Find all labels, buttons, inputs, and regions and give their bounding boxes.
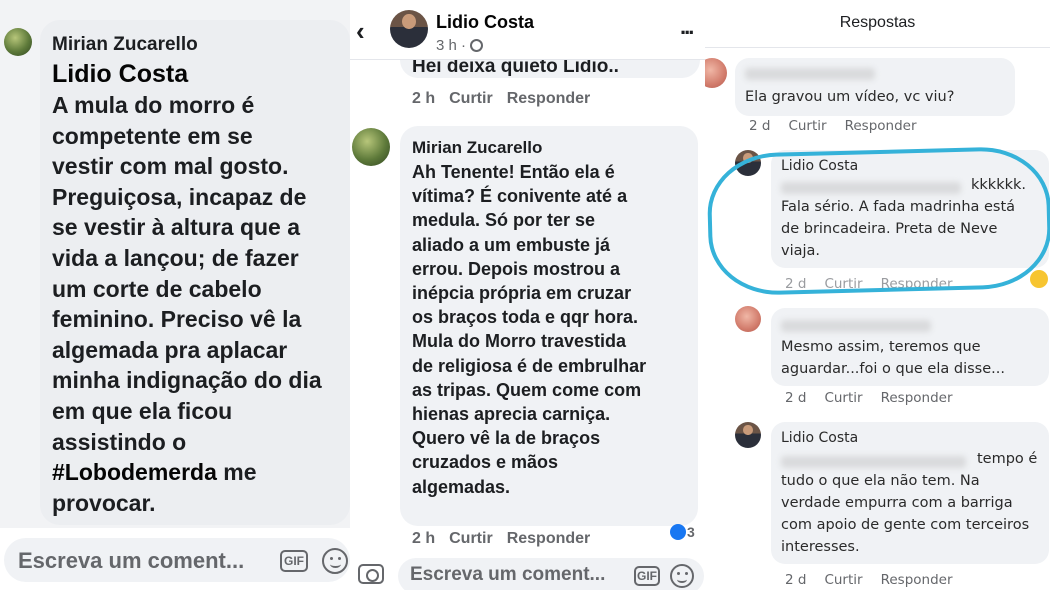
replies-header: Respostas [705, 0, 1050, 48]
comment-input[interactable]: Escreva um coment... GIF [398, 558, 704, 590]
reply-link[interactable]: Responder [845, 118, 917, 134]
reply-text: tempo é tudo o que ela não tem. Na verda… [781, 451, 1038, 555]
reply-text: Mesmo assim, teremos que aguardar...foi … [781, 339, 1005, 377]
comment-text: A mula do morro é competente em se vesti… [52, 92, 322, 516]
reply-link[interactable]: Responder [507, 530, 591, 547]
reply-avatar[interactable] [735, 306, 761, 332]
comment-composer: Escreva um coment... GIF [0, 528, 350, 590]
more-options-icon[interactable]: ... [680, 14, 694, 40]
back-chevron-icon[interactable]: ‹ [356, 16, 365, 47]
reply-actions: 2 d Curtir Responder [785, 572, 953, 588]
comment-text: Ah Tenente! Então ela é vítima? É conive… [412, 162, 647, 497]
like-link[interactable]: Curtir [824, 390, 862, 406]
highlight-circle [706, 145, 1050, 297]
tagged-user[interactable]: Lidio Costa [52, 60, 188, 89]
reply-link[interactable]: Responder [881, 390, 953, 406]
redacted-name [745, 68, 875, 80]
reaction-badge[interactable]: 3 [670, 524, 695, 540]
comment-actions: 2 h Curtir Responder [412, 530, 591, 547]
redacted-name [781, 320, 931, 332]
like-reaction-icon [670, 524, 686, 540]
like-link[interactable]: Curtir [449, 90, 493, 107]
previous-comment-actions: 2 h Curtir Responder [412, 90, 591, 107]
commenter-name[interactable]: Mirian Zucarello [52, 34, 198, 56]
reply-avatar[interactable] [735, 422, 761, 448]
reply-text: Ela gravou um vídeo, vc viu? [745, 89, 955, 105]
reply-bubble: Mesmo assim, teremos que aguardar...foi … [771, 308, 1049, 386]
screenshot-panel-middle: Hei deixa quieto Lidio.. ‹ Lidio Costa 3… [350, 0, 705, 590]
comment-composer: Escreva um coment... GIF [350, 552, 705, 590]
emoji-smile-icon[interactable] [670, 564, 694, 588]
commenter-avatar[interactable] [4, 28, 32, 56]
reply-link[interactable]: Responder [881, 572, 953, 588]
reply-author[interactable]: Lidio Costa [781, 430, 858, 446]
camera-icon[interactable] [358, 564, 384, 584]
globe-icon [470, 39, 484, 52]
like-link[interactable]: Curtir [788, 118, 826, 134]
screenshot-panel-left: Mirian Zucarello Lidio Costa A mula do m… [0, 0, 350, 590]
reply-link[interactable]: Responder [507, 90, 591, 107]
reply-bubble: Lidio Costa tempo é tudo o que ela não t… [771, 422, 1049, 564]
poster-name[interactable]: Lidio Costa [436, 12, 534, 33]
commenter-avatar[interactable] [352, 128, 390, 166]
gif-icon[interactable]: GIF [634, 566, 660, 586]
reply-actions: 2 d Curtir Responder [785, 390, 953, 406]
post-timestamp: 3 h · [436, 37, 484, 54]
like-link[interactable]: Curtir [449, 530, 493, 547]
like-link[interactable]: Curtir [824, 572, 862, 588]
comment-bubble: Mirian Zucarello Ah Tenente! Então ela é… [400, 126, 698, 526]
screenshot-panel-right: Respostas Ela gravou um vídeo, vc viu? 2… [705, 0, 1050, 590]
reply-actions: 2 d Curtir Responder [749, 118, 917, 134]
comment-placeholder: Escreva um coment... [18, 548, 245, 573]
comment-bubble: Mirian Zucarello Lidio Costa A mula do m… [40, 20, 350, 525]
gif-icon[interactable]: GIF [280, 550, 308, 572]
comment-input[interactable]: Escreva um coment... GIF [4, 538, 350, 582]
post-header: ‹ Lidio Costa 3 h · ... [350, 0, 705, 60]
hashtag-link[interactable]: #Lobodemerda [52, 459, 217, 485]
comment-placeholder: Escreva um coment... [410, 564, 606, 585]
commenter-name[interactable]: Mirian Zucarello [412, 138, 542, 158]
haha-reaction-icon[interactable] [1030, 270, 1048, 288]
poster-avatar[interactable] [390, 10, 428, 48]
reply-avatar[interactable] [705, 58, 727, 88]
reply-bubble: Ela gravou um vídeo, vc viu? [735, 58, 1015, 116]
emoji-smile-icon[interactable] [322, 548, 348, 574]
replies-title: Respostas [839, 14, 916, 31]
